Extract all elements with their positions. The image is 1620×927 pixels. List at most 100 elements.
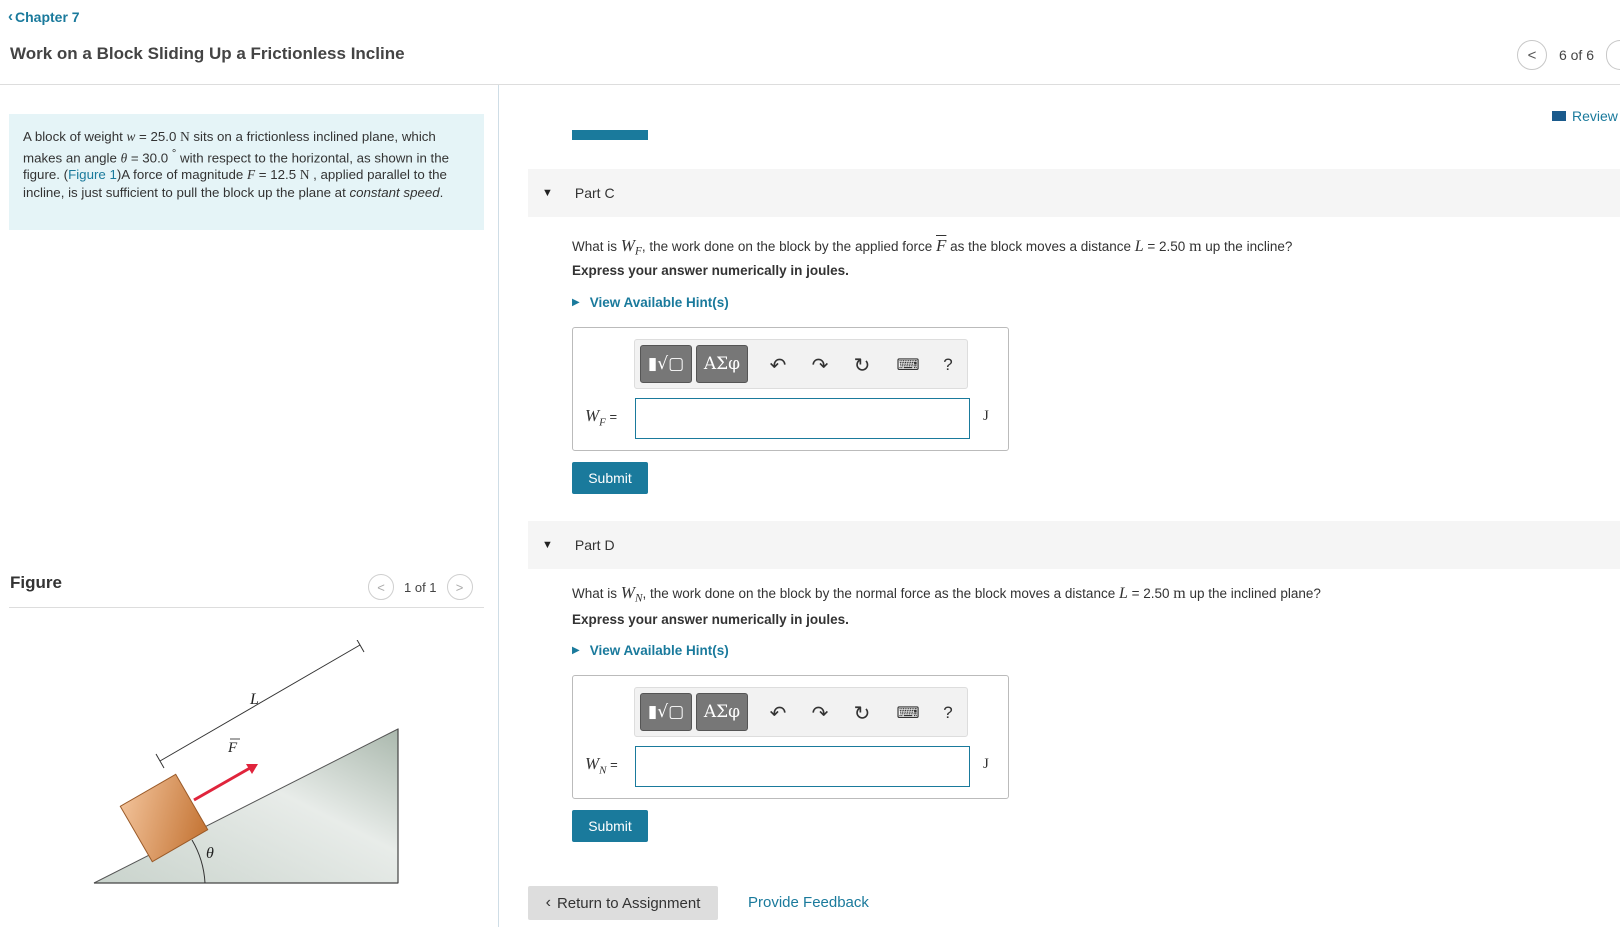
column-divider <box>498 85 499 927</box>
keyboard-icon[interactable]: ⌨ <box>891 352 925 378</box>
part-title: Part C <box>574 185 615 201</box>
figure-pager: < 1 of 1 > <box>368 574 473 600</box>
greek-symbols-button[interactable]: ΑΣφ <box>696 345 748 383</box>
redo-icon[interactable]: ↷ <box>807 352 833 378</box>
question-text: as the block moves a distance <box>946 239 1135 254</box>
figure-next-button[interactable]: > <box>446 574 473 600</box>
reset-icon[interactable]: ↻ <box>849 352 875 378</box>
problem-text: = 25.0 <box>135 129 181 144</box>
chevron-left-icon: ‹ <box>545 894 551 911</box>
question-text: = 2.50 <box>1143 239 1190 254</box>
part-d-header[interactable]: ▼ Part D <box>528 521 1620 569</box>
greek-symbols-button[interactable]: ΑΣφ <box>696 693 748 731</box>
figure-heading: Figure <box>10 573 62 592</box>
incline-figure: θ F L <box>93 640 399 884</box>
greek-label: ΑΣφ <box>703 354 741 374</box>
question-text: , the work done on the block by the appl… <box>641 239 936 254</box>
header-divider <box>0 84 1620 85</box>
part-d-submit-button[interactable]: Submit <box>572 810 648 842</box>
question-text: up the inclined plane? <box>1185 586 1321 601</box>
problem-text: = 12.5 <box>255 167 300 183</box>
templates-label: ▮√▢ <box>647 702 685 722</box>
keyboard-icon[interactable]: ⌨ <box>891 700 925 726</box>
unit-newton: N <box>180 129 190 144</box>
answer-unit: J <box>983 408 989 424</box>
return-label: Return to Assignment <box>556 894 701 912</box>
unit-meter: m <box>1189 238 1202 255</box>
question-text: , the work done on the block by the norm… <box>642 586 1119 601</box>
provide-feedback-link[interactable]: Provide Feedback <box>748 894 869 911</box>
work-subscript: F <box>634 245 642 258</box>
expand-triangle-icon: ▶ <box>572 645 580 656</box>
constant-speed-text: constant speed <box>349 184 440 200</box>
part-d-instruction: Express your answer numerically in joule… <box>572 612 849 627</box>
figure-previous-button[interactable]: < <box>368 574 394 600</box>
question-text: = 2.50 <box>1127 586 1174 601</box>
problem-text: = 30.0 <box>127 149 172 165</box>
collapse-triangle-icon: ▼ <box>542 187 553 199</box>
equals-sign: = <box>606 757 618 772</box>
problem-text: )A force of magnitude <box>116 167 247 183</box>
work-symbol: W <box>620 236 635 255</box>
question-text: up the incline? <box>1201 239 1293 254</box>
reset-icon[interactable]: ↻ <box>849 700 875 726</box>
part-d-answer-input[interactable] <box>635 746 970 787</box>
templates-label: ▮√▢ <box>647 354 685 374</box>
math-toolbar: ▮√▢ ΑΣφ ↶ ↷ ↻ ⌨ ? <box>634 339 968 389</box>
unit-meter: m <box>1173 585 1186 602</box>
answer-unit: J <box>983 756 989 772</box>
work-symbol: W <box>585 406 600 425</box>
work-symbol: W <box>585 754 600 773</box>
help-button[interactable]: ? <box>935 352 961 378</box>
force-label: F <box>227 740 238 756</box>
greek-label: ΑΣφ <box>703 702 741 722</box>
chapter-back-link[interactable]: ‹ Chapter 7 <box>8 8 80 25</box>
force-vector-symbol: F <box>936 236 947 255</box>
part-c-hint-link[interactable]: ▶ View Available Hint(s) <box>572 295 729 310</box>
next-item-button[interactable] <box>1606 40 1620 70</box>
distance-line <box>159 644 361 762</box>
question-text: What is <box>572 239 621 254</box>
collapse-triangle-icon: ▼ <box>542 539 553 551</box>
answer-label: WN = <box>585 754 618 776</box>
templates-button[interactable]: ▮√▢ <box>640 345 692 383</box>
item-pager-text: 6 of 6 <box>1558 47 1594 63</box>
part-d-hint-link[interactable]: ▶ View Available Hint(s) <box>572 643 729 658</box>
part-d-question: What is WN, the work done on the block b… <box>572 583 1321 605</box>
review-link[interactable]: Review <box>1552 108 1620 124</box>
distance-tick-start <box>155 753 165 769</box>
hint-label: View Available Hint(s) <box>589 295 729 310</box>
figure-pager-text: 1 of 1 <box>404 579 437 595</box>
distance-label: L <box>249 691 259 708</box>
part-c-header[interactable]: ▼ Part C <box>528 169 1620 217</box>
redo-icon[interactable]: ↷ <box>807 700 833 726</box>
page-title: Work on a Block Sliding Up a Frictionles… <box>10 44 405 63</box>
work-subscript: F <box>599 416 606 429</box>
equals-sign: = <box>605 409 618 424</box>
chevron-left-icon: ‹ <box>8 8 13 25</box>
math-toolbar: ▮√▢ ΑΣφ ↶ ↷ ↻ ⌨ ? <box>634 687 968 737</box>
help-button[interactable]: ? <box>935 700 961 726</box>
chevron-left-icon: < <box>1527 46 1537 64</box>
help-label: ? <box>943 703 953 722</box>
problem-text: A block of weight <box>23 129 127 144</box>
part-title: Part D <box>574 537 615 553</box>
templates-button[interactable]: ▮√▢ <box>640 693 692 731</box>
problem-statement: A block of weight w = 25.0 N sits on a f… <box>9 114 484 230</box>
chevron-left-icon: < <box>377 579 385 595</box>
previous-item-button[interactable]: < <box>1516 40 1547 70</box>
force-symbol: F <box>246 167 256 183</box>
part-d-answer-box: ▮√▢ ΑΣφ ↶ ↷ ↻ ⌨ ? WN = J <box>572 675 1009 799</box>
undo-icon[interactable]: ↶ <box>765 700 791 726</box>
review-label: Review <box>1572 108 1618 124</box>
force-arrow <box>193 766 251 802</box>
undo-icon[interactable]: ↶ <box>765 352 791 378</box>
help-label: ? <box>943 355 953 374</box>
work-subscript: N <box>599 764 607 777</box>
part-c-submit-button[interactable]: Submit <box>572 462 648 494</box>
part-progress-bar <box>572 130 648 140</box>
figure-link[interactable]: Figure 1 <box>68 167 117 182</box>
part-c-answer-input[interactable] <box>635 398 970 439</box>
return-to-assignment-button[interactable]: ‹ Return to Assignment <box>528 886 718 920</box>
part-c-answer-box: ▮√▢ ΑΣφ ↶ ↷ ↻ ⌨ ? WF = J <box>572 327 1009 451</box>
